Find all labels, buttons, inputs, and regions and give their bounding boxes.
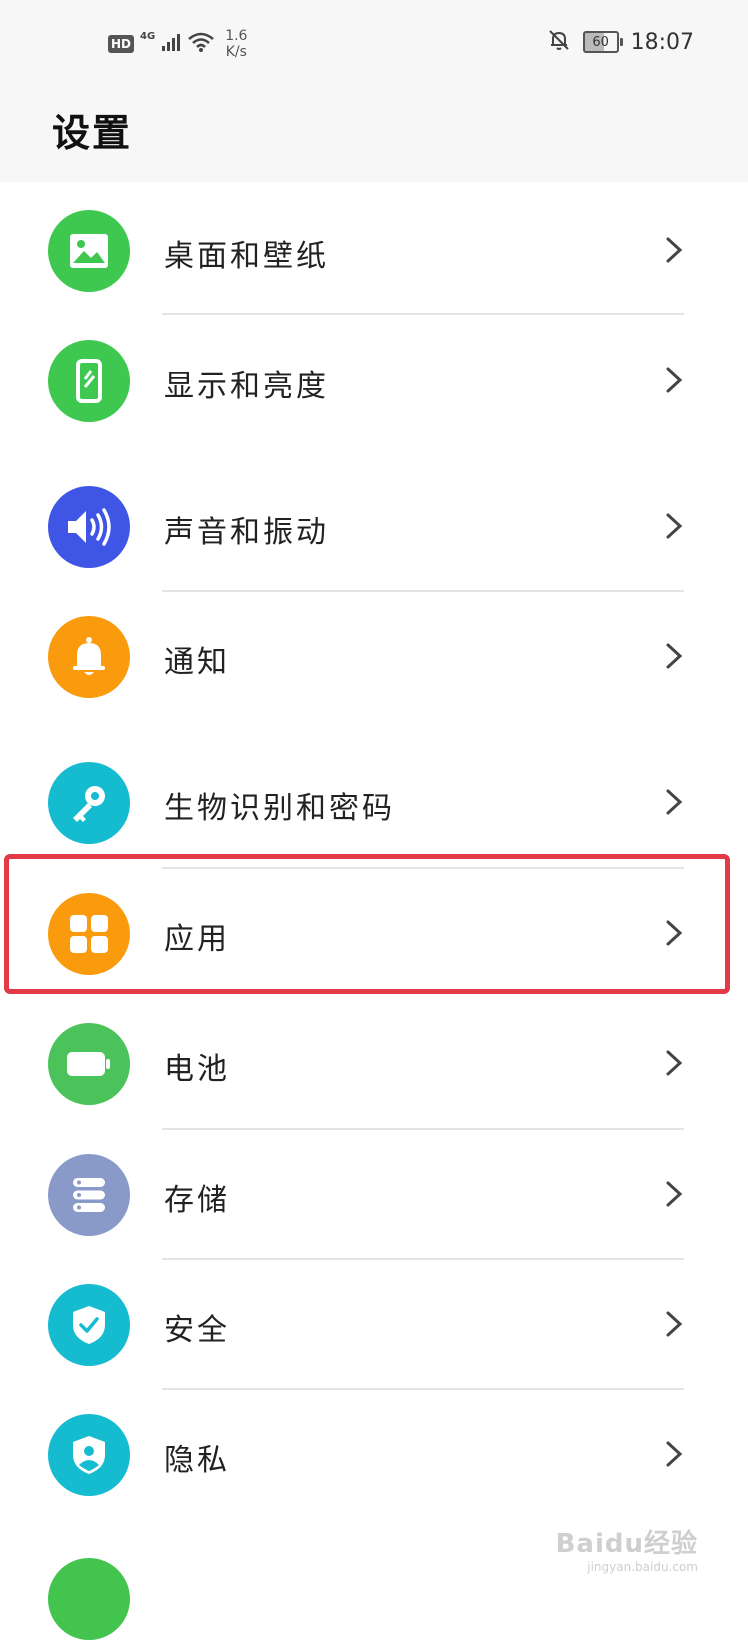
clock: 18:07 <box>630 29 694 55</box>
settings-item-wallpaper[interactable]: 桌面和壁纸 <box>0 184 748 314</box>
settings-item-display[interactable]: 显示和亮度 <box>0 314 748 444</box>
storage-icon <box>48 1154 130 1236</box>
speed-unit: K/s <box>225 44 247 60</box>
header: 设置 <box>0 86 748 182</box>
battery-indicator: 60 <box>582 31 623 53</box>
watermark: Baidu经验 jingyan.baidu.com <box>556 1523 698 1574</box>
chevron-right-icon <box>666 1050 683 1076</box>
chevron-right-icon <box>666 789 683 815</box>
status-right: 60 18:07 <box>547 24 694 60</box>
settings-item-label: 隐私 <box>164 1443 230 1478</box>
wifi-icon <box>187 31 215 57</box>
settings-item-label: 显示和亮度 <box>164 369 329 404</box>
chevron-right-icon <box>666 1311 683 1337</box>
chevron-right-icon <box>666 1181 683 1207</box>
battery-icon <box>48 1023 130 1105</box>
chevron-right-icon <box>666 367 683 393</box>
settings-item-sound[interactable]: 声音和振动 <box>0 460 748 590</box>
key-icon <box>48 762 130 844</box>
bell-icon <box>48 616 130 698</box>
chevron-right-icon <box>666 1441 683 1467</box>
page-title: 设置 <box>52 111 133 155</box>
privacy-icon <box>48 1414 130 1496</box>
watermark-text: Baidu经验 <box>555 1529 698 1559</box>
network-type: 4G <box>140 30 156 42</box>
settings-item-security[interactable]: 安全 <box>0 1258 748 1388</box>
shield-check-icon <box>48 1284 130 1366</box>
settings-item-privacy[interactable]: 隐私 <box>0 1388 748 1518</box>
settings-item-label: 声音和振动 <box>164 515 329 550</box>
sound-icon <box>48 486 130 568</box>
bell-off-icon <box>547 28 571 56</box>
settings-item-storage[interactable]: 存储 <box>0 1128 748 1258</box>
wallpaper-icon <box>48 210 130 292</box>
hd-badge: HD <box>108 35 135 53</box>
settings-item-label: 桌面和壁纸 <box>164 239 329 274</box>
settings-item-battery[interactable]: 电池 <box>0 997 748 1127</box>
speed-value: 1.6 <box>225 28 248 44</box>
watermark-sub: jingyan.baidu.com <box>587 1560 698 1574</box>
settings-item-biometrics[interactable]: 生物识别和密码 <box>0 736 748 866</box>
battery-level: 60 <box>592 34 609 50</box>
settings-item-label: 通知 <box>164 645 230 680</box>
signal-icon <box>161 32 181 56</box>
chevron-right-icon <box>666 237 683 263</box>
chevron-right-icon <box>666 643 683 669</box>
status-left: HD 4G 1.6 K/s <box>108 26 247 62</box>
next-item-icon-partial <box>48 1558 130 1640</box>
settings-item-label: 安全 <box>164 1313 230 1348</box>
highlight-box <box>4 854 730 994</box>
display-icon <box>48 340 130 422</box>
chevron-right-icon <box>666 513 683 539</box>
settings-item-notifications[interactable]: 通知 <box>0 590 748 720</box>
settings-item-label: 存储 <box>164 1183 230 1218</box>
network-speed: 1.6 K/s <box>225 28 247 60</box>
status-bar: HD 4G 1.6 K/s 60 18:07 <box>0 0 748 86</box>
settings-item-label: 生物识别和密码 <box>164 791 395 826</box>
settings-item-label: 电池 <box>164 1052 230 1087</box>
